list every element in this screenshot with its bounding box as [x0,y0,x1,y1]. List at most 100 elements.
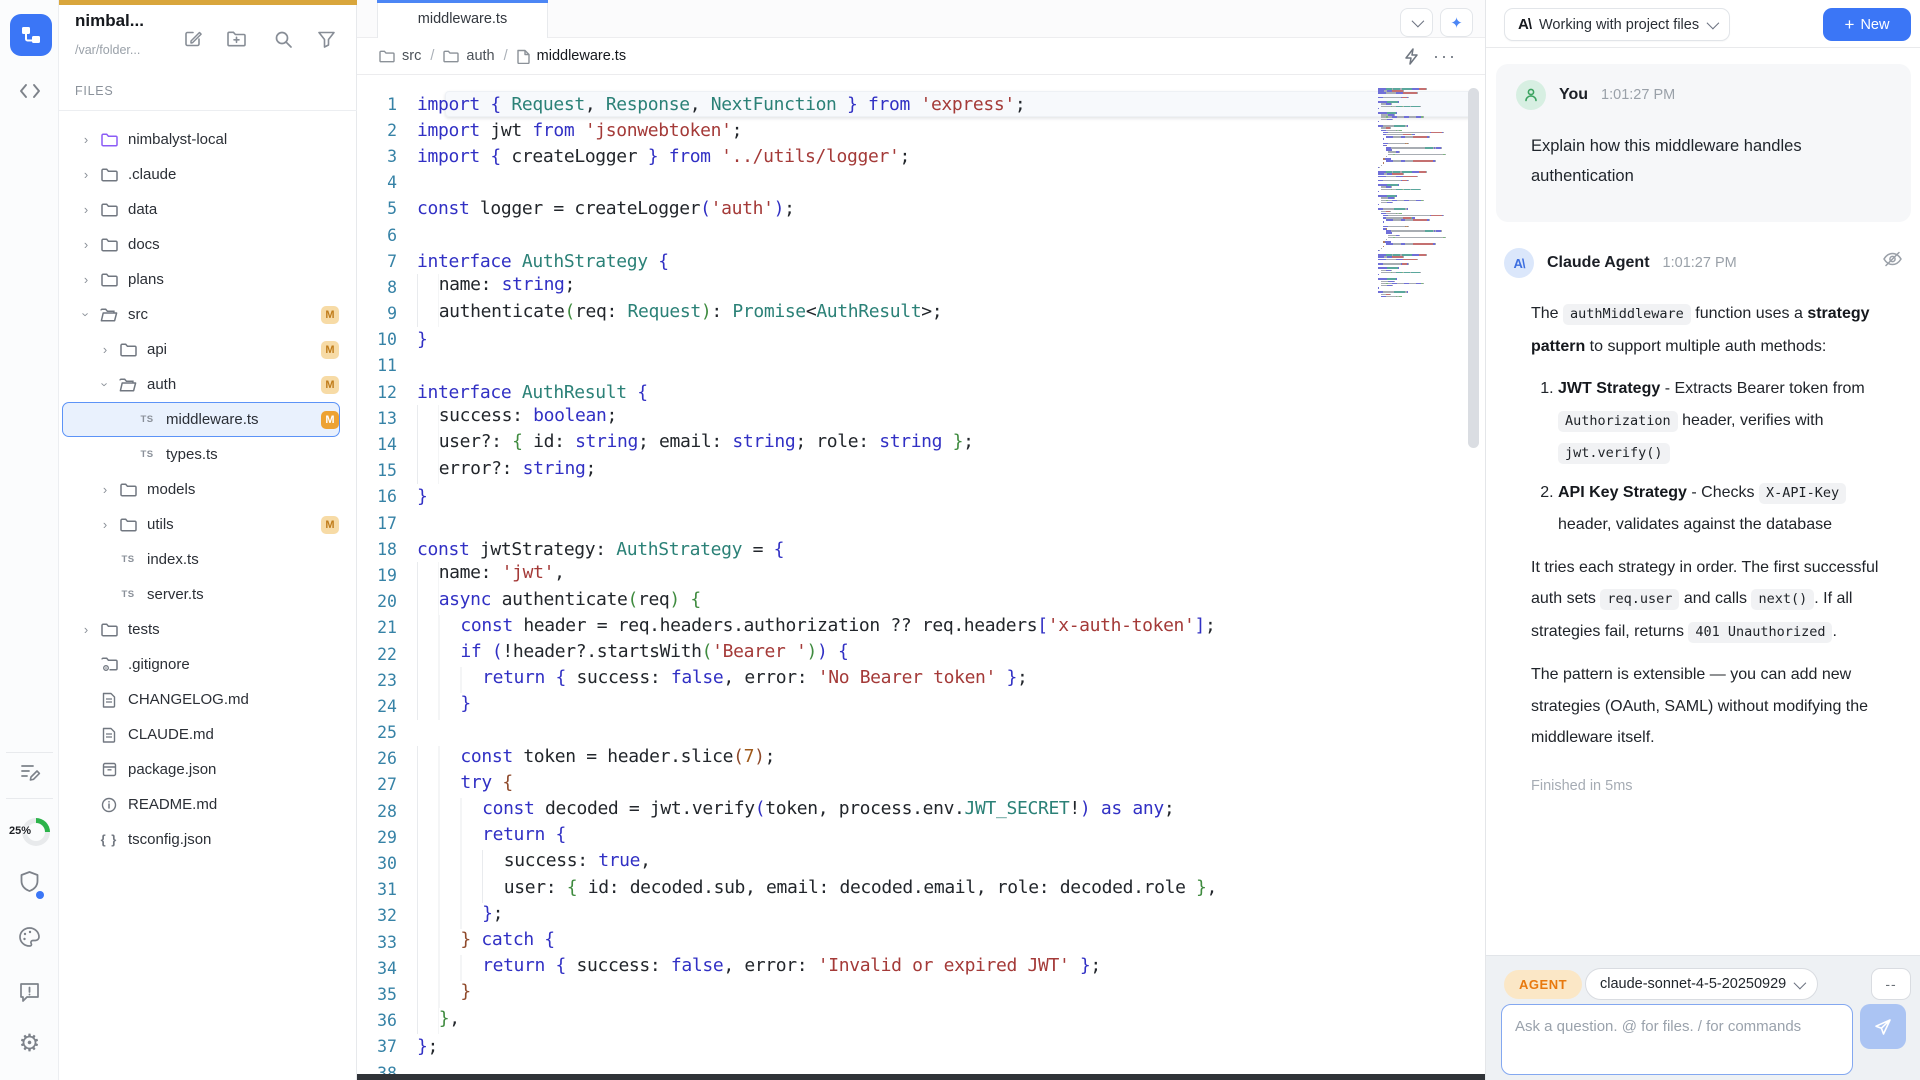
tree-item-types-ts[interactable]: TStypes.ts [62,437,340,472]
chevron-right-icon[interactable]: › [76,272,96,287]
code-line-23[interactable]: 23return { success: false, error: 'No Be… [357,667,1485,693]
chevron-right-icon[interactable]: › [76,132,96,147]
tree-item-api[interactable]: ›apiM [62,332,340,367]
chat-mode-selector[interactable]: A\ Working with project files [1504,8,1730,41]
tree-item--claude[interactable]: ›.claude [62,157,340,192]
search-icon[interactable] [272,28,294,50]
tree-item-tests[interactable]: ›tests [62,612,340,647]
tab-list-dropdown-button[interactable] [1400,8,1433,37]
code-editor[interactable]: 1import { Request, Response, NextFunctio… [357,91,1485,1074]
breadcrumb-folder[interactable]: src [379,48,421,64]
tree-item-server-ts[interactable]: TSserver.ts [62,577,340,612]
chevron-down-icon[interactable]: › [98,375,113,395]
editor-scrollbar[interactable] [1468,88,1479,448]
code-line-19[interactable]: 19name: 'jwt', [357,562,1485,588]
chevron-down-icon[interactable]: › [79,305,94,325]
code-line-37[interactable]: 37}; [357,1034,1485,1060]
code-line-11[interactable]: 11 [357,353,1485,379]
code-line-18[interactable]: 18const jwtStrategy: AuthStrategy = { [357,536,1485,562]
code-line-26[interactable]: 26const token = header.slice(7); [357,746,1485,772]
more-options-icon[interactable]: ··· [1433,38,1457,75]
code-line-9[interactable]: 9authenticate(req: Request): Promise<Aut… [357,301,1485,327]
code-line-31[interactable]: 31user: { id: decoded.sub, email: decode… [357,877,1485,903]
code-line-20[interactable]: 20async authenticate(req) { [357,589,1485,615]
tree-item-readme-md[interactable]: README.md [62,787,340,822]
tree-item-claude-md[interactable]: CLAUDE.md [62,717,340,752]
filter-funnel-icon[interactable] [315,28,337,50]
code-line-17[interactable]: 17 [357,510,1485,536]
hide-message-eye-off-icon[interactable] [1882,250,1903,273]
code-line-36[interactable]: 36}, [357,1008,1485,1034]
code-line-5[interactable]: 5const logger = createLogger('auth'); [357,196,1485,222]
breadcrumb-file[interactable]: middleware.ts [517,48,626,64]
tree-item-package-json[interactable]: package.json [62,752,340,787]
edit-file-button[interactable] [182,28,204,50]
tree-item-auth[interactable]: ›authM [62,367,340,402]
code-line-33[interactable]: 33} catch { [357,929,1485,955]
code-line-1[interactable]: 1import { Request, Response, NextFunctio… [357,91,1485,117]
code-line-12[interactable]: 12interface AuthResult { [357,379,1485,405]
ai-sparkle-button[interactable]: ✦ [1440,8,1473,37]
tree-item-middleware-ts[interactable]: TSmiddleware.tsM [62,402,340,437]
code-line-24[interactable]: 24} [357,693,1485,719]
tree-item-nimbalyst-local[interactable]: ›nimbalyst-local [62,122,340,157]
code-line-32[interactable]: 32}; [357,903,1485,929]
tree-item-plans[interactable]: ›plans [62,262,340,297]
tab-middleware[interactable]: middleware.ts [377,0,548,38]
feedback-icon[interactable] [0,981,59,1003]
code-line-22[interactable]: 22if (!header?.startsWith('Bearer ')) { [357,641,1485,667]
code-line-35[interactable]: 35} [357,981,1485,1007]
code-line-16[interactable]: 16} [357,484,1485,510]
code-line-10[interactable]: 10} [357,327,1485,353]
code-line-2[interactable]: 2import jwt from 'jsonwebtoken'; [357,117,1485,143]
code-line-30[interactable]: 30success: true, [357,850,1485,876]
new-folder-button[interactable] [225,28,247,50]
code-line-28[interactable]: 28const decoded = jwt.verify(token, proc… [357,798,1485,824]
new-chat-button[interactable]: + New [1823,8,1911,41]
code-line-13[interactable]: 13success: boolean; [357,405,1485,431]
tree-item-docs[interactable]: ›docs [62,227,340,262]
tree-item-models[interactable]: ›models [62,472,340,507]
code-line-4[interactable]: 4 [357,170,1485,196]
minimap[interactable] [1378,88,1464,298]
code-line-34[interactable]: 34return { success: false, error: 'Inval… [357,955,1485,981]
tree-item-index-ts[interactable]: TSindex.ts [62,542,340,577]
chevron-right-icon[interactable]: › [76,237,96,252]
code-line-7[interactable]: 7interface AuthStrategy { [357,248,1485,274]
code-line-15[interactable]: 15error?: string; [357,458,1485,484]
horizontal-scrollbar[interactable] [357,1074,1485,1080]
tree-item--gitignore[interactable]: .gitignore [62,647,340,682]
tree-item-data[interactable]: ›data [62,192,340,227]
send-button[interactable] [1860,1004,1906,1049]
tree-item-utils[interactable]: ›utilsM [62,507,340,542]
code-panel-icon[interactable] [0,82,59,100]
chevron-right-icon[interactable]: › [76,622,96,637]
chevron-right-icon[interactable]: › [95,342,115,357]
model-selector[interactable]: claude-sonnet-4-5-20250929 [1585,968,1818,1000]
chevron-right-icon[interactable]: › [76,202,96,217]
code-line-29[interactable]: 29return { [357,824,1485,850]
chat-input[interactable] [1501,1004,1853,1075]
code-line-27[interactable]: 27try { [357,772,1485,798]
theme-palette-icon[interactable] [0,926,59,948]
quick-action-zap-icon[interactable] [1404,38,1419,75]
tree-item-src[interactable]: ›srcM [62,297,340,332]
code-line-8[interactable]: 8name: string; [357,274,1485,300]
composer-more-button[interactable]: -- [1871,968,1911,1000]
code-line-21[interactable]: 21const header = req.headers.authorizati… [357,615,1485,641]
chevron-right-icon[interactable]: › [95,517,115,532]
security-shield-icon[interactable] [0,870,59,894]
settings-gear-icon[interactable]: ⚙ [0,1032,59,1056]
app-logo[interactable] [10,14,52,56]
chevron-right-icon[interactable]: › [95,482,115,497]
tree-item-tsconfig-json[interactable]: { }tsconfig.json [62,822,340,857]
code-line-6[interactable]: 6 [357,222,1485,248]
code-line-14[interactable]: 14user?: { id: string; email: string; ro… [357,431,1485,457]
breadcrumb-folder[interactable]: auth [443,48,494,64]
chevron-right-icon[interactable]: › [76,167,96,182]
code-line-25[interactable]: 25 [357,720,1485,746]
code-line-3[interactable]: 3import { createLogger } from '../utils/… [357,143,1485,169]
notes-edit-icon[interactable] [0,762,59,782]
tree-item-changelog-md[interactable]: CHANGELOG.md [62,682,340,717]
code-line-38[interactable]: 38 [357,1060,1485,1074]
